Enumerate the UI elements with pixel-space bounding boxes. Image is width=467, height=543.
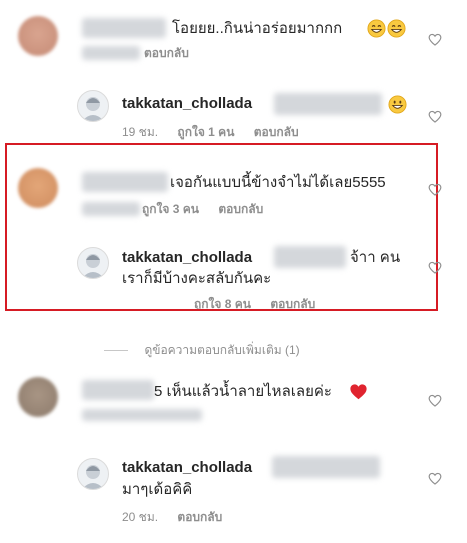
redacted-text <box>274 246 346 268</box>
redacted-text <box>272 456 380 478</box>
timestamp: 19 ชม. <box>122 125 159 139</box>
redacted-text <box>274 93 382 115</box>
avatar-photo-icon <box>82 254 104 278</box>
heart-outline-icon[interactable] <box>428 110 442 123</box>
grinning-face-with-smiling-eyes-icon <box>387 19 406 38</box>
view-more-replies[interactable]: ดูข้อความตอบกลับเพิ่มเติม (1) <box>104 341 300 357</box>
view-more-replies-label[interactable]: ดูข้อความตอบกลับเพิ่มเติม (1) <box>144 343 299 357</box>
user-avatar[interactable] <box>77 458 109 490</box>
comment-meta: ตอบกลับ <box>144 46 205 61</box>
comment-text: จ้าา คน <box>350 249 401 266</box>
likes-count[interactable]: ถูกใจ 3 คน <box>142 202 199 217</box>
avatar-photo-icon <box>82 97 104 121</box>
grinning-face-icon <box>388 95 407 114</box>
reply-button[interactable]: ตอบกลับ <box>144 46 189 61</box>
redacted-meta <box>82 409 202 421</box>
username[interactable]: takkatan_chollada <box>122 248 252 267</box>
comment-text: เจอกันแบบนี้ข้างจำไม่ได้เลย5555 <box>170 174 386 191</box>
comment-meta: 19 ชม. ถูกใจ 1 คน ตอบกลับ <box>122 125 315 140</box>
heart-outline-icon[interactable] <box>428 33 442 46</box>
replies-divider-line <box>104 350 128 351</box>
red-heart-icon <box>350 384 367 400</box>
user-avatar[interactable] <box>77 90 109 122</box>
comment-text: 5 เห็นแล้วน้ำลายไหลเลยค่ะ <box>154 383 332 400</box>
redacted-meta <box>82 46 140 60</box>
redacted-username <box>82 172 168 192</box>
timestamp: 20 ชม. <box>122 510 159 524</box>
avatar-photo-icon <box>82 465 104 489</box>
reply-button[interactable]: ตอบกลับ <box>254 125 299 140</box>
grinning-face-with-smiling-eyes-icon <box>367 19 386 38</box>
user-avatar[interactable] <box>77 247 109 279</box>
reply-button[interactable]: ตอบกลับ <box>177 510 222 525</box>
heart-outline-icon[interactable] <box>428 472 442 485</box>
comment-text-line-2: มาๆเด้อคิคิ <box>122 481 193 498</box>
comment-meta: 20 ชม. ตอบกลับ <box>122 510 238 525</box>
heart-outline-icon[interactable] <box>428 261 442 274</box>
comment-meta: ถูกใจ 3 คน ตอบกลับ <box>142 202 279 217</box>
likes-count[interactable]: ถูกใจ 1 คน <box>177 125 234 140</box>
commenter-avatar[interactable] <box>18 16 58 56</box>
commenter-avatar[interactable] <box>18 377 58 417</box>
reply-button[interactable]: ตอบกลับ <box>218 202 263 217</box>
redacted-username <box>82 380 154 400</box>
username[interactable]: takkatan_chollada <box>122 94 252 113</box>
redacted-meta <box>82 202 140 216</box>
heart-outline-icon[interactable] <box>428 394 442 407</box>
redacted-username <box>82 18 166 38</box>
comment-text-line-2: เราก็มีบ้างคะสลับกันคะ <box>122 270 272 287</box>
heart-outline-icon[interactable] <box>428 183 442 196</box>
page-background-strip <box>0 311 467 331</box>
username[interactable]: takkatan_chollada <box>122 458 252 477</box>
commenter-avatar[interactable] <box>18 168 58 208</box>
comment-text: โอยยย..กินน่าอร่อยมากกก <box>172 20 343 37</box>
